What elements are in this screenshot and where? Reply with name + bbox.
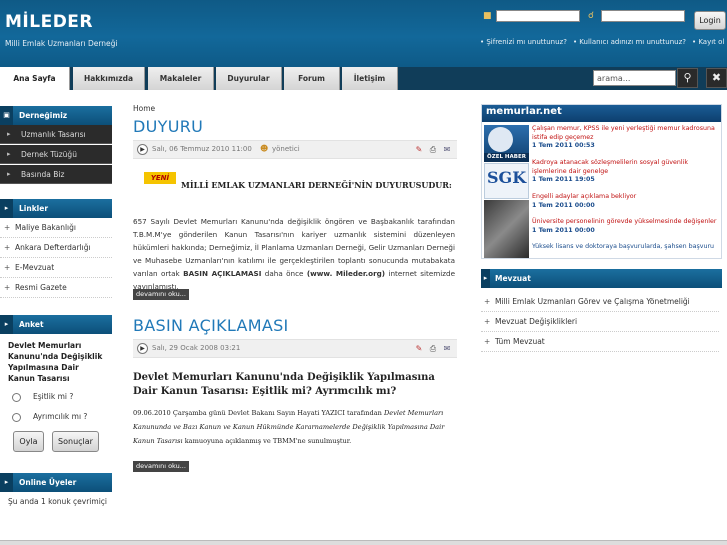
user-icon: ■ <box>483 11 492 21</box>
link-resmi-gazete[interactable]: + Resmi Gazete <box>0 278 112 298</box>
forgot-username-link[interactable]: • Kullanıcı adınızı mı unuttunuz? <box>573 38 686 46</box>
login-links: • Şifrenizi mı unuttunuz? • Kullanıcı adı… <box>480 38 727 46</box>
email-icon[interactable]: ✉ <box>442 145 452 155</box>
arrow-right-icon: ▸ <box>0 315 13 334</box>
article-meta-bar: ▶ Salı, 29 Ocak 2008 03:21 ✎ ⎙ ✉ <box>133 339 457 358</box>
arrow-right-icon: ▸ <box>7 150 11 158</box>
plus-icon: + <box>4 223 11 232</box>
memurlar-header: memurlar.net <box>482 105 721 122</box>
person-icon <box>488 127 513 152</box>
register-link[interactable]: • Kayıt ol <box>692 38 724 46</box>
author-icon: ☻ <box>260 144 269 153</box>
menu-toggle-icon: ▣ <box>0 106 13 125</box>
news-item[interactable]: Üniversite personelinin görevde yükselme… <box>532 218 720 235</box>
print-icon[interactable]: ⎙ <box>428 145 438 155</box>
read-more-button[interactable]: devamını oku... <box>133 461 189 472</box>
username-input[interactable] <box>496 10 580 22</box>
key-icon: ☌ <box>588 11 595 21</box>
login-button[interactable]: Login <box>694 11 726 30</box>
search-icon[interactable]: ⚲ <box>677 68 698 88</box>
mevzuat-item-yonetmelik[interactable]: + Milli Emlak Uzmanları Görev ve Çalışma … <box>481 292 719 312</box>
pdf-icon[interactable]: ✎ <box>414 145 424 155</box>
poll-question: Devlet Memurları Kanunu'nda Değişiklik Y… <box>8 341 103 383</box>
mevzuat-header: ▸ Mevzuat <box>481 269 722 288</box>
article-date: Salı, 06 Temmuz 2010 11:00 <box>152 145 252 153</box>
radio-button[interactable] <box>12 392 21 402</box>
tab-iletisim[interactable]: İletişim <box>342 67 398 90</box>
plus-icon: + <box>4 263 11 272</box>
memurlar-logo[interactable]: memurlar.net <box>486 106 562 117</box>
poll-option-esitlik[interactable]: Eşitlik mi ? <box>12 392 73 402</box>
ozel-haber-label: ÖZEL HABER <box>484 153 529 162</box>
news-thumbnail[interactable]: ÖZEL HABER <box>484 125 529 162</box>
pdf-icon[interactable]: ✎ <box>414 344 424 354</box>
tools-icon[interactable]: ✖ <box>706 68 727 88</box>
site-subtitle: Milli Emlak Uzmanları Derneği <box>5 39 118 48</box>
tab-ana-sayfa[interactable]: Ana Sayfa <box>0 67 70 90</box>
sidebar-anket-header: ▸ Anket <box>0 315 112 334</box>
new-badge: YENİ <box>144 172 176 184</box>
sgk-logo[interactable]: SGK <box>484 163 529 199</box>
news-item[interactable]: Kadroya atanacak sözleşmelilerin sosyal … <box>532 159 720 185</box>
arrow-right-icon: ▸ <box>0 199 13 218</box>
search-input[interactable] <box>593 70 676 86</box>
clock-icon: ▶ <box>137 144 148 155</box>
link-maliye[interactable]: + Maliye Bakanlığı <box>0 218 112 238</box>
plus-icon: + <box>484 337 491 346</box>
arrow-right-icon: ▸ <box>0 473 13 492</box>
news-item[interactable]: Yüksek lisans ve doktoraya başvurularda,… <box>532 243 720 252</box>
article-body: 657 Sayılı Devlet Memurları Kanunu'nda d… <box>133 217 455 291</box>
announcement-heading: MİLLİ EMLAK UZMANLARI DERNEĞİ'NİN DUYURU… <box>181 180 452 190</box>
sidebar-linkler-header: ▸ Linkler <box>0 199 112 218</box>
memurlar-news-widget: memurlar.net ÖZEL HABER SGK Çalışan memu… <box>481 104 722 259</box>
article-author: yönetici <box>272 145 300 153</box>
article-meta-bar: ▶ Salı, 06 Temmuz 2010 11:00 ☻ yönetici … <box>133 140 457 159</box>
plus-icon: + <box>484 317 491 326</box>
arrow-right-icon: ▸ <box>7 170 11 178</box>
sidebar-item-uzmanlik[interactable]: ▸ Uzmanlık Tasarısı <box>0 125 112 144</box>
tab-makaleler[interactable]: Makaleler <box>148 67 214 90</box>
article-title-duyuru[interactable]: DUYURU <box>133 117 203 136</box>
article-date: Salı, 29 Ocak 2008 03:21 <box>152 344 241 352</box>
sidebar-online-header: ▸ Online Üyeler <box>0 473 112 492</box>
press-release-heading: Devlet Memurları Kanunu'nda Değişiklik Y… <box>133 372 435 397</box>
mevzuat-item-degisiklikler[interactable]: + Mevzuat Değişiklikleri <box>481 312 719 332</box>
poll-option-ayrimcilik[interactable]: Ayrımcılık mı ? <box>12 412 87 422</box>
tab-forum[interactable]: Forum <box>284 67 340 90</box>
tab-duyurular[interactable]: Duyurular <box>216 67 282 90</box>
results-button[interactable]: Sonuçlar <box>52 431 99 452</box>
radio-button[interactable] <box>12 412 21 422</box>
plus-icon: + <box>4 243 11 252</box>
news-photo[interactable] <box>484 200 529 258</box>
news-item[interactable]: Çalışan memur, KPSS ile yeni yerleştiği … <box>532 125 720 151</box>
link-e-mevzuat[interactable]: + E-Mevzuat <box>0 258 112 278</box>
vote-button[interactable]: Oyla <box>13 431 44 452</box>
plus-icon: + <box>484 297 491 306</box>
arrow-right-icon: ▸ <box>7 130 11 138</box>
read-more-button[interactable]: devamını oku... <box>133 289 189 300</box>
clock-icon: ▶ <box>137 343 148 354</box>
article-title-basin[interactable]: BASIN AÇIKLAMASI <box>133 316 289 335</box>
plus-icon: + <box>4 283 11 292</box>
mevzuat-item-tum[interactable]: + Tüm Mevzuat <box>481 332 719 352</box>
online-users-text: Şu anda 1 konuk çevrimiçi <box>8 497 107 506</box>
password-input[interactable] <box>601 10 685 22</box>
sidebar-item-tuzuk[interactable]: ▸ Dernek Tüzüğü <box>0 145 112 164</box>
arrow-right-icon: ▸ <box>481 269 490 288</box>
footer-divider <box>0 540 727 545</box>
sidebar-dernek-header: ▣ Derneğimiz <box>0 106 112 125</box>
news-item[interactable]: Engelli adaylar açıklama bekliyor 1 Tem … <box>532 193 720 210</box>
link-defterdarlik[interactable]: + Ankara Defterdarlığı <box>0 238 112 258</box>
site-logo[interactable]: MİLEDER <box>5 12 93 32</box>
breadcrumb[interactable]: Home <box>133 104 155 113</box>
press-release-body: 09.06.2010 Çarşamba günü Devlet Bakanı S… <box>133 409 445 445</box>
sidebar-item-basinda-biz[interactable]: ▸ Basında Biz <box>0 165 112 184</box>
forgot-password-link[interactable]: • Şifrenizi mı unuttunuz? <box>480 38 567 46</box>
email-icon[interactable]: ✉ <box>442 344 452 354</box>
print-icon[interactable]: ⎙ <box>428 344 438 354</box>
tab-hakkimizda[interactable]: Hakkımızda <box>73 67 145 90</box>
